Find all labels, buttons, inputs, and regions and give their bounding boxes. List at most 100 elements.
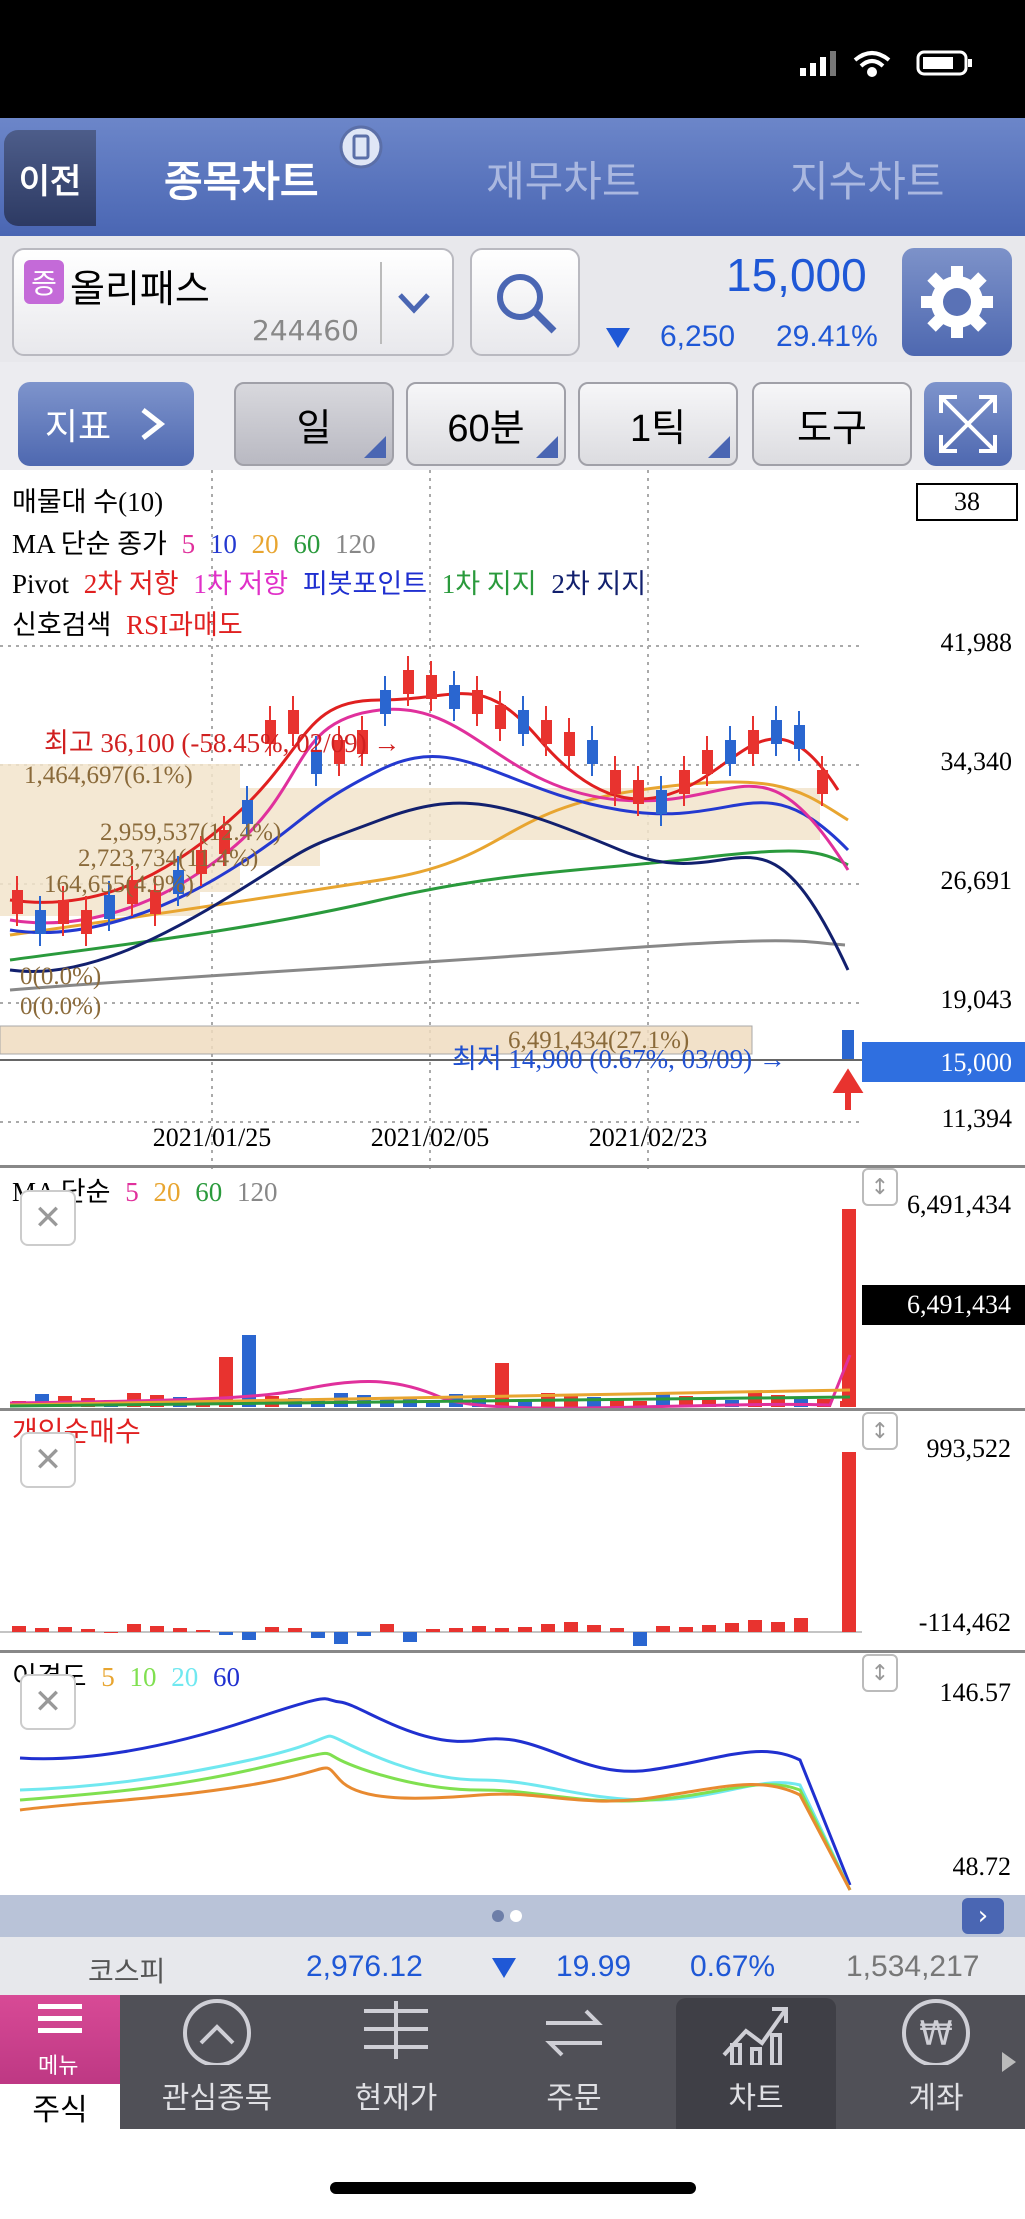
signal-icon xyxy=(800,51,836,76)
nav-current-price[interactable]: 현재가 xyxy=(312,1995,480,2129)
individual-bar xyxy=(12,1626,26,1632)
settings-button[interactable] xyxy=(902,248,1012,356)
candle-body xyxy=(426,675,437,699)
period-corner-icon xyxy=(708,436,730,458)
candle-body xyxy=(472,690,483,714)
order-icon xyxy=(545,2009,603,2057)
scroll-right-button[interactable]: › xyxy=(962,1898,1004,1934)
refresh-icon[interactable] xyxy=(336,122,386,172)
candle-body xyxy=(748,730,759,754)
menu-sublabel: 메뉴 xyxy=(38,2053,79,2078)
individual-bar xyxy=(288,1628,302,1632)
nav-stock-label[interactable]: 주식 xyxy=(0,2084,120,2129)
back-button[interactable]: 이전 xyxy=(4,130,96,226)
nav-chart[interactable]: 차트 xyxy=(672,1995,840,2129)
candle-body xyxy=(380,690,391,714)
tab-index-chart[interactable]: 지수차트 xyxy=(790,148,945,209)
wifi-icon xyxy=(853,51,891,77)
date-tick: 2021/02/23 xyxy=(589,1123,707,1152)
individual-bar xyxy=(219,1632,233,1635)
disparity-20-line xyxy=(19,1734,852,1891)
candle-body xyxy=(564,732,575,756)
tab-financial-chart[interactable]: 재무차트 xyxy=(486,148,641,209)
y-tick: 34,340 xyxy=(941,747,1013,776)
disparity-max: 146.57 xyxy=(939,1678,1012,1707)
chevron-right-icon: › xyxy=(977,1901,989,1931)
candle-body xyxy=(449,685,460,709)
tools-button[interactable]: 도구 xyxy=(752,382,912,466)
individual-bar xyxy=(541,1624,555,1632)
y-tick: 11,394 xyxy=(941,1104,1012,1133)
individual-bar xyxy=(196,1630,210,1632)
candle-body xyxy=(518,710,529,734)
period-day-label: 일 xyxy=(296,407,332,450)
individual-bar xyxy=(587,1625,601,1632)
clock: 8:06 xyxy=(84,36,165,80)
period-60min-label: 60분 xyxy=(447,407,525,450)
price-change-pct: 29.41% xyxy=(776,320,878,353)
candle-body xyxy=(794,725,805,749)
y-tick: 26,691 xyxy=(941,866,1013,895)
individual-max: 993,522 xyxy=(926,1434,1012,1463)
stock-dropdown-button[interactable] xyxy=(380,262,446,344)
individual-bar xyxy=(610,1628,624,1632)
disparity-min: 48.72 xyxy=(952,1852,1012,1881)
up-arrow-icon xyxy=(832,1068,864,1110)
date-tick: 2021/02/05 xyxy=(371,1123,489,1152)
individual-min: -114,462 xyxy=(918,1608,1011,1637)
fullscreen-button[interactable] xyxy=(924,382,1012,466)
search-button[interactable] xyxy=(470,248,580,356)
individual-bar xyxy=(403,1632,417,1642)
period-day-button[interactable]: 일 xyxy=(234,382,394,466)
date-axis: 2021/01/25 2021/02/05 2021/02/23 xyxy=(153,1123,707,1152)
y-tick: 19,043 xyxy=(941,985,1013,1014)
ticker-name: 코스피 xyxy=(88,1956,166,1987)
page-dot xyxy=(492,1910,504,1922)
resize-disparity-pane-button[interactable]: ↕ xyxy=(862,1654,898,1692)
tab-stock-chart[interactable]: 종목차트 xyxy=(164,148,319,209)
watchlist-icon xyxy=(183,1999,251,2065)
individual-bar xyxy=(311,1632,325,1638)
vp-label: 0(0.0%) xyxy=(20,993,101,1020)
period-tick-button[interactable]: 1틱 xyxy=(578,382,738,466)
nav-account[interactable]: ₩ 계좌 xyxy=(852,1995,1020,2129)
candle-body xyxy=(587,740,598,764)
indicator-button[interactable]: 지표 xyxy=(18,382,194,466)
nav-current-price-label: 현재가 xyxy=(354,2082,438,2115)
candle-body xyxy=(35,910,46,934)
status-icons xyxy=(800,50,972,77)
resize-individual-pane-button[interactable]: ↕ xyxy=(862,1412,898,1450)
expand-icon xyxy=(939,395,997,453)
period-tick-label: 1틱 xyxy=(629,407,687,450)
nav-watchlist[interactable]: 관심종목 xyxy=(133,1995,301,2129)
vp-label: 6,491,434(27.1%) xyxy=(508,1027,689,1054)
candle-body xyxy=(842,1030,854,1060)
max-price-label: 최고 36,100 (-58.45%, 02/09) → xyxy=(44,728,400,758)
individual-bar xyxy=(472,1626,486,1632)
volume-current: 6,491,434 xyxy=(862,1285,1025,1325)
chart-icon xyxy=(722,2007,788,2065)
chevron-down-icon xyxy=(398,293,430,314)
date-tick: 2021/01/25 xyxy=(153,1123,271,1152)
individual-bar xyxy=(426,1629,440,1632)
nav-order[interactable]: 주문 xyxy=(490,1995,658,2129)
vp-label: 164,655(4.9%) xyxy=(44,871,194,898)
search-icon xyxy=(497,274,557,334)
individual-bar xyxy=(771,1622,785,1632)
gear-icon xyxy=(921,266,993,338)
individual-bar xyxy=(58,1627,72,1632)
more-arrow-icon[interactable] xyxy=(1000,2050,1018,2074)
resize-volume-pane-button[interactable]: ↕ xyxy=(862,1168,898,1206)
individual-bar xyxy=(150,1626,164,1632)
vp-label: 0(0.0%) xyxy=(20,963,101,990)
period-60min-button[interactable]: 60분 xyxy=(406,382,566,466)
candle-body xyxy=(702,750,713,774)
price-chart[interactable]: 최고 36,100 (-58.45%, 02/09) → 최저 14,900 (… xyxy=(0,470,1025,1170)
individual-bar xyxy=(242,1632,256,1640)
stock-name: 올리패스 xyxy=(70,269,210,311)
candle-body xyxy=(12,890,23,914)
candle-body xyxy=(495,705,506,729)
individual-bar xyxy=(35,1628,49,1632)
page-dot xyxy=(510,1910,522,1922)
chevron-right-icon xyxy=(141,408,166,440)
